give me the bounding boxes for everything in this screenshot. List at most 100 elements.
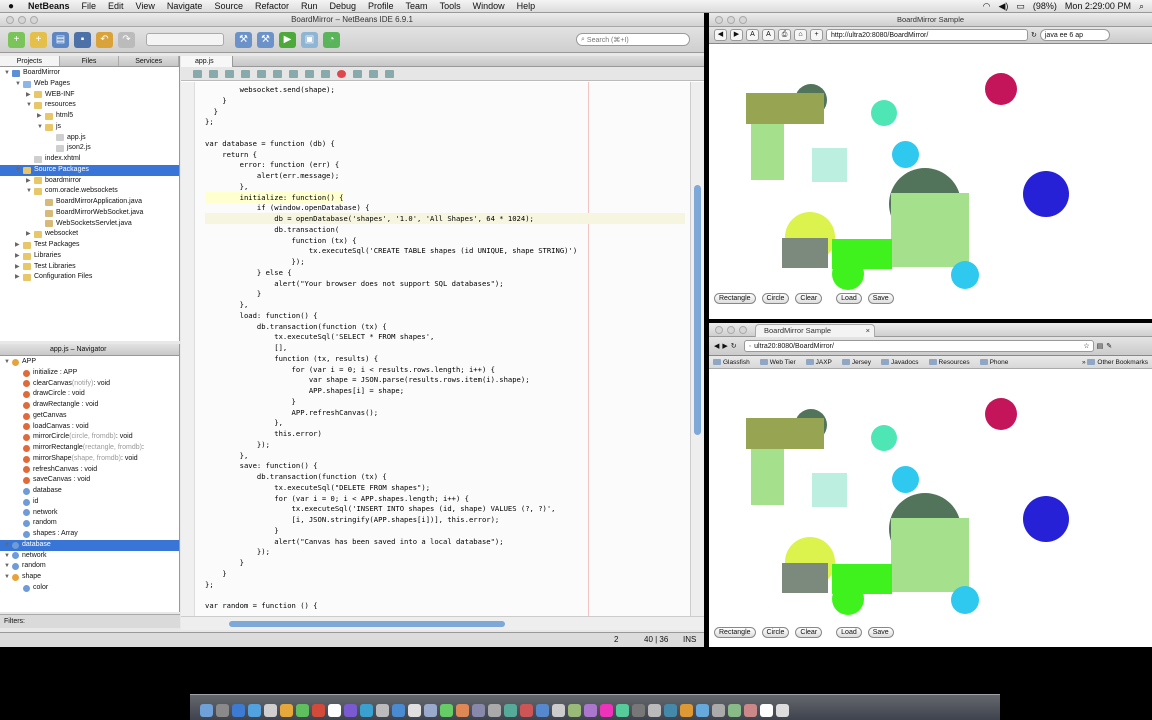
menu-window[interactable]: Window xyxy=(467,1,511,11)
board-canvas-mirror[interactable] xyxy=(709,369,1152,615)
dock-app-icon[interactable] xyxy=(712,704,725,717)
undo-icon[interactable]: ↶ xyxy=(96,31,113,48)
dock-app-icon[interactable] xyxy=(616,704,629,717)
navigator-item[interactable]: database xyxy=(0,486,179,497)
dock-app-icon[interactable] xyxy=(648,704,661,717)
dock-app-icon[interactable] xyxy=(584,704,597,717)
tab-close-icon[interactable]: × xyxy=(866,325,870,337)
dock-app-icon[interactable] xyxy=(760,704,773,717)
expand-icon[interactable]: ▶ xyxy=(15,272,23,283)
back-icon[interactable] xyxy=(193,69,202,78)
code-line[interactable]: } xyxy=(205,525,278,536)
new-file-icon[interactable]: + xyxy=(30,31,47,48)
expand-icon[interactable]: ▼ xyxy=(4,357,12,368)
tree-item[interactable]: ▶ websocket xyxy=(0,229,179,240)
code-line[interactable]: } xyxy=(205,95,226,106)
navigator-item[interactable]: mirrorCircle (circle, fromdb) : void xyxy=(0,432,179,443)
navigator-item[interactable]: ▼ shape xyxy=(0,572,179,583)
dock-app-icon[interactable] xyxy=(728,704,741,717)
dock-app-icon[interactable] xyxy=(440,704,453,717)
expand-icon[interactable]: ▼ xyxy=(26,100,34,111)
menu-team[interactable]: Team xyxy=(400,1,434,11)
wrench-icon[interactable]: ✎ xyxy=(1106,342,1112,350)
dock-app-icon[interactable] xyxy=(568,704,581,717)
wifi-icon[interactable]: ◠ xyxy=(983,1,991,12)
code-line[interactable]: db = openDatabase('shapes', '1.0', 'All … xyxy=(205,213,685,224)
tree-item[interactable]: app.js xyxy=(0,133,179,144)
navigator-item[interactable]: clearCanvas (notify) : void xyxy=(0,379,179,390)
navigator-item[interactable]: mirrorRectangle (rectangle, fromdb) : xyxy=(0,443,179,454)
tree-item[interactable]: WebSocketsServlet.java xyxy=(0,219,179,230)
expand-icon[interactable]: ▼ xyxy=(4,540,12,551)
shift-right-icon[interactable] xyxy=(305,69,314,78)
find-prev-icon[interactable] xyxy=(241,69,250,78)
zoom-icon[interactable] xyxy=(739,326,747,334)
menu-refactor[interactable]: Refactor xyxy=(249,1,295,11)
bookmark-item[interactable]: Javadocs xyxy=(881,359,919,366)
circle-button[interactable]: Circle xyxy=(761,293,790,304)
navigator-item[interactable]: network xyxy=(0,508,179,519)
tree-item[interactable]: ▶ WEB-INF xyxy=(0,90,179,101)
expand-icon[interactable]: ▼ xyxy=(37,122,45,133)
code-line[interactable]: tx.executeSql('SELECT * FROM shapes', xyxy=(205,331,434,342)
expand-icon[interactable]: ▶ xyxy=(26,176,34,187)
dock-app-icon[interactable] xyxy=(360,704,373,717)
bookmark-item[interactable]: JAXP xyxy=(805,359,832,366)
navigator-item[interactable]: drawRectangle : void xyxy=(0,400,179,411)
find-next-icon[interactable] xyxy=(257,69,266,78)
spotlight-icon[interactable]: ⌕ xyxy=(1139,1,1144,12)
tree-item[interactable]: ▼ Web Pages xyxy=(0,79,179,90)
menu-debug[interactable]: Debug xyxy=(324,1,363,11)
menu-file[interactable]: File xyxy=(76,1,103,11)
tree-item[interactable]: BoardMirrorWebSocket.java xyxy=(0,208,179,219)
code-line[interactable]: }); xyxy=(205,546,270,557)
forward-icon[interactable]: ▶ xyxy=(730,29,743,41)
dock-app-icon[interactable] xyxy=(520,704,533,717)
tree-item[interactable]: ▶ Test Packages xyxy=(0,240,179,251)
build-icon[interactable]: ⚒ xyxy=(235,31,252,48)
navigator-item[interactable]: random xyxy=(0,518,179,529)
expand-icon[interactable]: ▶ xyxy=(15,240,23,251)
tree-item[interactable]: ▼ resources xyxy=(0,100,179,111)
code-line[interactable]: }; xyxy=(205,116,214,127)
expand-icon[interactable]: ▼ xyxy=(4,561,12,572)
code-line[interactable]: for (var i = 0; i < APP.shapes.length; i… xyxy=(205,493,469,504)
navigator-item[interactable]: getCanvas xyxy=(0,411,179,422)
dock-app-icon[interactable] xyxy=(472,704,485,717)
code-line[interactable]: alert("Your browser does not support SQL… xyxy=(205,278,503,289)
navigator-item[interactable]: loadCanvas : void xyxy=(0,422,179,433)
menu-source[interactable]: Source xyxy=(208,1,249,11)
menu-run[interactable]: Run xyxy=(295,1,324,11)
battery-icon[interactable]: ▭ xyxy=(1016,1,1025,12)
code-line[interactable]: } xyxy=(205,106,218,117)
tree-item[interactable]: ▼ com.oracle.websockets xyxy=(0,186,179,197)
dock-app-icon[interactable] xyxy=(744,704,757,717)
code-line[interactable]: db.transaction( xyxy=(205,224,339,235)
code-line[interactable]: save: function() { xyxy=(205,460,318,471)
code-line[interactable]: if (window.openDatabase) { xyxy=(205,202,370,213)
navigator-item[interactable]: initialize : APP xyxy=(0,368,179,379)
close-icon[interactable] xyxy=(715,326,723,334)
rectangle-button[interactable]: Rectangle xyxy=(714,627,756,638)
dock-app-icon[interactable] xyxy=(696,704,709,717)
shift-left-icon[interactable] xyxy=(289,69,298,78)
code-line[interactable]: db.transaction(function (tx) { xyxy=(205,471,387,482)
ide-search-input[interactable]: ⌕ Search (⌘+I) xyxy=(576,33,690,46)
dock-app-icon[interactable] xyxy=(488,704,501,717)
code-line[interactable]: } else { xyxy=(205,267,292,278)
star-icon[interactable]: ☆ xyxy=(1083,341,1089,352)
rectangle-button[interactable]: Rectangle xyxy=(714,293,756,304)
add-bookmark-icon[interactable]: + xyxy=(810,29,823,41)
code-line[interactable]: }, xyxy=(205,299,249,310)
dock-app-icon[interactable] xyxy=(296,704,309,717)
code-line[interactable]: } xyxy=(205,396,296,407)
editor-horizontal-scrollbar[interactable] xyxy=(181,616,704,630)
record-macro-icon[interactable] xyxy=(337,69,346,78)
tree-item[interactable]: ▶ Configuration Files xyxy=(0,272,179,283)
expand-icon[interactable]: ▼ xyxy=(15,79,23,90)
code-line[interactable]: }); xyxy=(205,439,270,450)
dock-app-icon[interactable] xyxy=(424,704,437,717)
chrome-tab[interactable]: BoardMirror Sample × xyxy=(755,324,875,337)
dock-app-icon[interactable] xyxy=(776,704,789,717)
redo-icon[interactable]: ↷ xyxy=(118,31,135,48)
